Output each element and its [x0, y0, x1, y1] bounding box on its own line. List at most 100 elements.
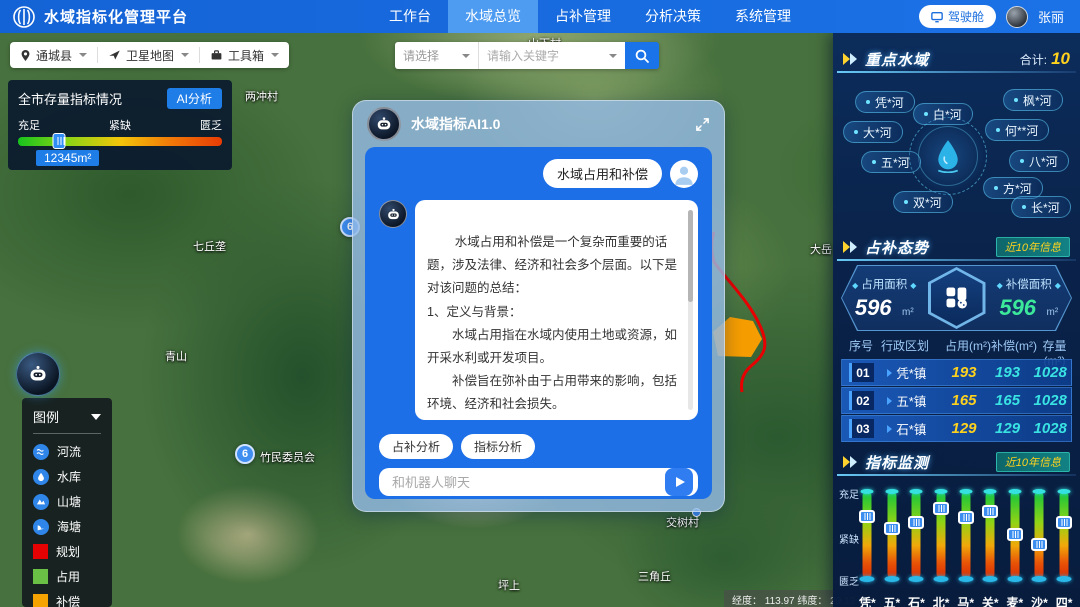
search-select-placeholder: 请选择: [403, 47, 439, 64]
row-arrow-icon: [887, 369, 892, 377]
table-row[interactable]: 03 石*镇 129 129 1028: [841, 415, 1072, 442]
district-name: 凭*镇: [896, 363, 926, 382]
occupied-cell: 165: [942, 392, 986, 409]
nav-tab-workbench[interactable]: 工作台: [372, 0, 448, 33]
legend-item-river[interactable]: 河流: [33, 439, 101, 464]
search-input-placeholder: 请输入关键字: [487, 47, 559, 64]
send-button[interactable]: [665, 468, 693, 496]
table-row[interactable]: 02 五*镇 165 165 1028: [841, 387, 1072, 414]
pond-icon: [33, 494, 49, 510]
toolbox-selector[interactable]: 工具箱: [199, 47, 289, 63]
gauge-column: 石*: [904, 490, 929, 602]
layer-selector[interactable]: 卫星地图: [97, 47, 199, 63]
nav-tab-water-overview[interactable]: 水域总览: [448, 0, 538, 33]
cluster-marker[interactable]: 6: [235, 444, 255, 464]
stock-gradient-bar: [18, 137, 222, 146]
occupy-compensate-stats: ◆占用面积◆ 596 m²: [841, 265, 1072, 331]
gauge-thumb[interactable]: [1031, 538, 1047, 551]
section-title: 重点水域: [865, 49, 929, 70]
gauge-thumb[interactable]: [982, 505, 998, 518]
gauge-town-label: 四*: [1052, 594, 1077, 607]
ten-year-badge: 近10年信息: [996, 237, 1070, 257]
gauge-town-label: 关*: [978, 594, 1003, 607]
river-pill[interactable]: 五*河: [861, 151, 921, 173]
compensated-area-stat: ◆补偿面积◆ 596 m²: [986, 276, 1073, 321]
river-pill[interactable]: 长*河: [1011, 196, 1071, 218]
gauge-column: 五*: [880, 490, 905, 602]
gauge-town-label: 马*: [953, 594, 978, 607]
occupied-cell: 129: [942, 420, 986, 437]
nav-tab-analysis[interactable]: 分析决策: [628, 0, 718, 33]
search-button[interactable]: [625, 42, 659, 69]
ai-assistant-float-button[interactable]: [16, 352, 60, 396]
legend-item-planning[interactable]: 规划: [33, 539, 101, 564]
quick-action-occupy-analysis[interactable]: 占补分析: [379, 434, 453, 459]
section-title: 指标监测: [865, 452, 929, 473]
stock-value-badge: 12345m²: [36, 150, 99, 166]
region-selector[interactable]: 通城县: [10, 47, 97, 63]
city-stock-indicator-panel: 全市存量指标情况 AI分析 充足 紧缺 匮乏 12345m²: [8, 80, 232, 170]
ai-analysis-button[interactable]: AI分析: [167, 88, 222, 109]
gauge-thumb[interactable]: [958, 511, 974, 524]
legend-title: 图例: [33, 407, 59, 426]
satellite-layer-icon: [108, 49, 121, 61]
river-pill[interactable]: 八*河: [1009, 150, 1069, 172]
row-arrow-icon: [887, 397, 892, 405]
gauge-column: 关*: [978, 490, 1003, 602]
river-icon: [33, 444, 49, 460]
gauge-thumb[interactable]: [933, 502, 949, 515]
layer-label: 卫星地图: [126, 47, 174, 64]
compensated-cell: 165: [986, 392, 1030, 409]
gauge-thumb[interactable]: [884, 522, 900, 535]
water-drop-icon: [933, 139, 963, 173]
row-index: 03: [849, 419, 874, 438]
gauge-thumb[interactable]: [908, 516, 924, 529]
collapse-caret-icon[interactable]: [91, 414, 101, 420]
river-pill[interactable]: 大*河: [843, 121, 903, 143]
river-pill[interactable]: 凭*河: [855, 91, 915, 113]
legend-item-seawall[interactable]: 海塘: [33, 514, 101, 539]
gauge-town-label: 石*: [904, 594, 929, 607]
table-row[interactable]: 01 凭*镇 193 193 1028: [841, 359, 1072, 386]
tiles-icon: [943, 284, 971, 312]
stock-slider-thumb[interactable]: [52, 133, 65, 149]
section-trend-header: 占补态势 近10年信息: [833, 235, 1080, 259]
river-pill[interactable]: 双*河: [893, 191, 953, 213]
nav-tab-occupy-manage[interactable]: 占补管理: [538, 0, 628, 33]
legend-item-occupied[interactable]: 占用: [33, 564, 101, 589]
chat-input-bar: [379, 468, 698, 496]
gauge-town-label: 凭*: [855, 594, 880, 607]
chat-body: 水域占用和补偿 水域占用和补偿是一个复杂而重要的话题，涉及法律、经济: [365, 147, 712, 499]
gauge-thumb[interactable]: [859, 510, 875, 523]
app-logo-icon: [12, 5, 36, 29]
chevron-down-icon: [79, 53, 87, 57]
gauge-thumb[interactable]: [1007, 528, 1023, 541]
chat-input[interactable]: [392, 475, 665, 490]
user-avatar-icon: [670, 160, 698, 188]
send-icon: [676, 477, 685, 487]
gauge-thumb[interactable]: [1056, 516, 1072, 529]
river-pill[interactable]: 何**河: [985, 119, 1049, 141]
district-name: 五*镇: [896, 391, 926, 410]
scrollbar-thumb[interactable]: [688, 210, 693, 302]
map-place-label: 青山: [165, 348, 187, 364]
water-drop-emblem: [909, 117, 987, 195]
expand-icon[interactable]: [695, 117, 710, 132]
quick-action-indicator-analysis[interactable]: 指标分析: [461, 434, 535, 459]
double-chevron-icon: [843, 241, 859, 253]
scale-label-sufficient: 充足: [18, 117, 40, 133]
legend-item-pond[interactable]: 山塘: [33, 489, 101, 514]
message-scrollbar: [688, 210, 693, 410]
user-avatar[interactable]: [1006, 6, 1028, 28]
gauge-town-label: 五*: [880, 594, 905, 607]
river-pill[interactable]: 白*河: [913, 103, 973, 125]
river-pill[interactable]: 枫*河: [1003, 89, 1063, 111]
legend-item-reservoir[interactable]: 水库: [33, 464, 101, 489]
cockpit-label: 驾驶舱: [948, 8, 984, 25]
cockpit-button[interactable]: 驾驶舱: [919, 5, 996, 28]
search-category-select[interactable]: 请选择: [395, 42, 479, 69]
legend-item-compensated[interactable]: 补偿: [33, 589, 101, 607]
nav-tab-system-manage[interactable]: 系统管理: [718, 0, 808, 33]
search-keyword-field[interactable]: 请输入关键字: [479, 42, 625, 69]
stats-hexagon-icon: [928, 267, 986, 329]
